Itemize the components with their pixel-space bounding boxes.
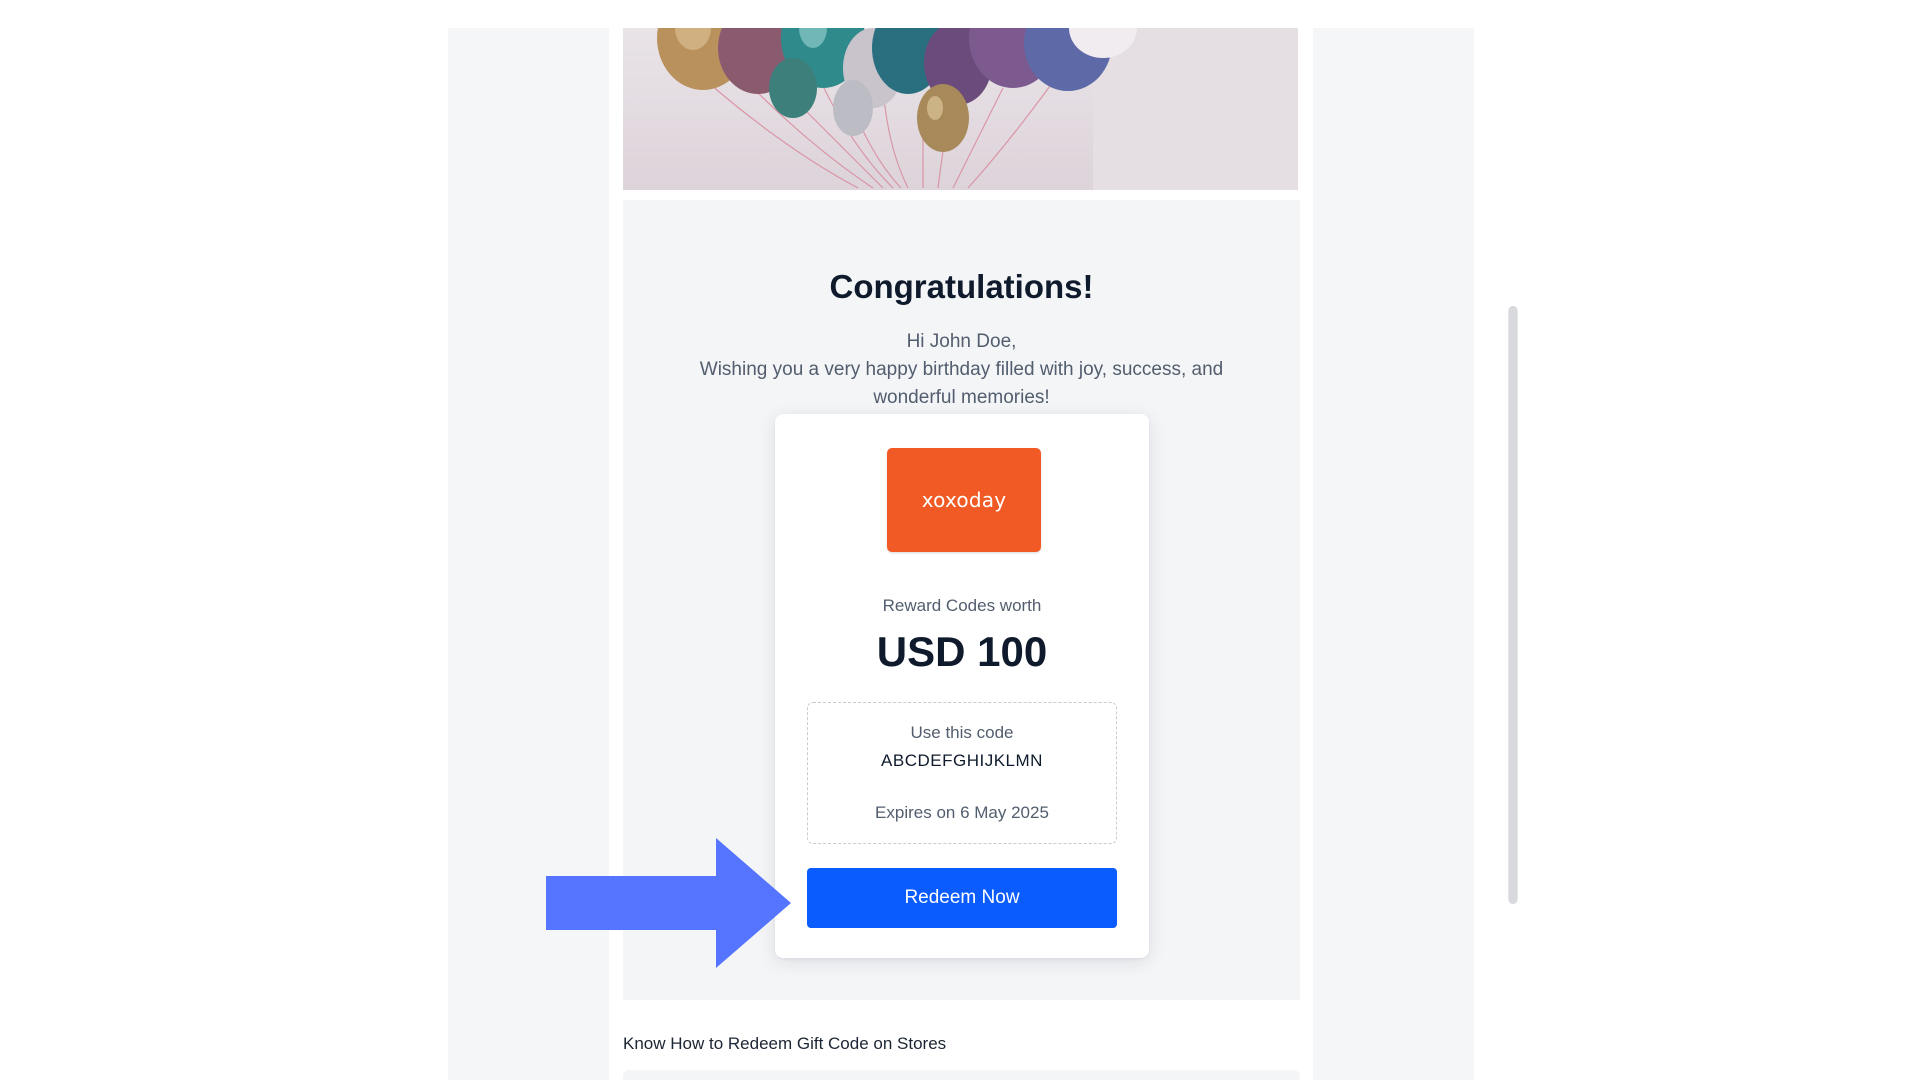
brand-logo-text: xoxoday <box>921 488 1007 512</box>
reward-amount: USD 100 <box>876 628 1048 675</box>
gift-card: xoxoday Reward Codes worth USD 100 Use t… <box>775 414 1149 958</box>
page: Congratulations! Hi John Doe, Wishing yo… <box>0 0 1920 1080</box>
code-label: Use this code <box>910 723 1014 742</box>
reward-worth-label: Reward Codes worth <box>882 596 1042 615</box>
scrollbar[interactable] <box>1508 306 1518 904</box>
hero-balloon-image <box>623 28 1298 190</box>
redeem-instructions-box <box>623 1070 1300 1080</box>
redeem-instructions-heading: Know How to Redeem Gift Code on Stores <box>623 1034 947 1053</box>
reward-code[interactable]: ABCDEFGHIJKLMN <box>808 751 1116 771</box>
xoxoday-logo: xoxoday <box>887 448 1041 552</box>
congratulations-title: Congratulations! <box>829 268 1094 305</box>
scrollbar-thumb[interactable] <box>1509 306 1517 904</box>
pointer-arrow-icon <box>546 838 791 968</box>
code-box: Use this code ABCDEFGHIJKLMN Expires on … <box>807 702 1117 844</box>
birthday-message: Wishing you a very happy birthday filled… <box>699 359 1224 408</box>
greeting-line: Hi John Doe, <box>906 331 1017 352</box>
redeem-now-button[interactable]: Redeem Now <box>807 868 1117 928</box>
expiry-date: Expires on 6 May 2025 <box>875 803 1049 822</box>
greeting-message: Hi John Doe, Wishing you a very happy bi… <box>663 328 1260 412</box>
